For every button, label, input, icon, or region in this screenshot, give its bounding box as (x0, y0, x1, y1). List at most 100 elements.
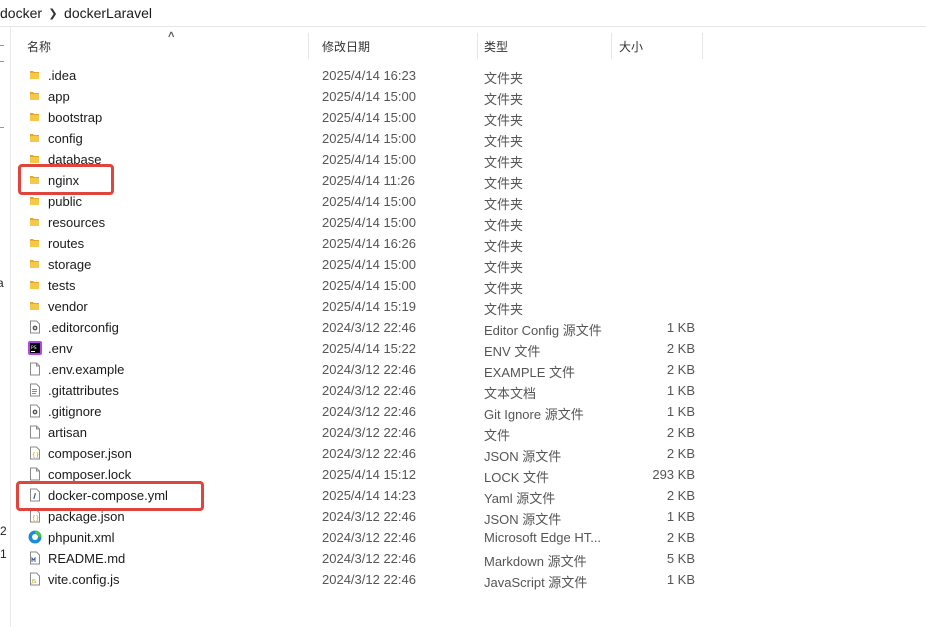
nav-tick (0, 45, 4, 46)
js-file-icon: JS (28, 572, 42, 586)
file-row[interactable]: vendor 2025/4/14 15:19 文件夹 (10, 295, 926, 317)
file-date: 2025/4/14 15:00 (322, 89, 416, 104)
column-divider[interactable] (611, 33, 612, 59)
file-date: 2025/4/14 14:23 (322, 488, 416, 503)
file-name[interactable]: bootstrap (48, 110, 102, 125)
file-name[interactable]: .env.example (48, 362, 124, 377)
file-name[interactable]: vendor (48, 299, 88, 314)
file-date: 2025/4/14 15:12 (322, 467, 416, 482)
file-date: 2024/3/12 22:46 (322, 551, 416, 566)
file-name[interactable]: routes (48, 236, 84, 251)
column-header-date[interactable]: 修改日期 (322, 38, 370, 55)
file-row[interactable]: database 2025/4/14 15:00 文件夹 (10, 148, 926, 170)
file-name[interactable]: package.json (48, 509, 125, 524)
phpstorm-icon: PS (28, 341, 42, 355)
file-name[interactable]: resources (48, 215, 105, 230)
file-name[interactable]: artisan (48, 425, 87, 440)
markdown-file-icon (28, 551, 42, 565)
file-name[interactable]: vite.config.js (48, 572, 120, 587)
folder-icon (28, 299, 42, 313)
nav-label-fragment: 2 (0, 524, 7, 538)
file-row[interactable]: PS .env 2025/4/14 15:22 ENV 文件 2 KB (10, 337, 926, 359)
file-name[interactable]: app (48, 89, 70, 104)
file-row[interactable]: .gitignore 2024/3/12 22:46 Git Ignore 源文件 1… (10, 400, 926, 422)
file-date: 2025/4/14 15:00 (322, 278, 416, 293)
folder-icon (28, 215, 42, 229)
file-name[interactable]: composer.lock (48, 467, 131, 482)
svg-text:{}: {} (32, 515, 39, 522)
json-file-icon: {} (28, 446, 42, 460)
file-name[interactable]: .gitattributes (48, 383, 119, 398)
file-size: 2 KB (666, 362, 695, 377)
file-date: 2024/3/12 22:46 (322, 404, 416, 419)
folder-icon (28, 236, 42, 250)
file-row[interactable]: storage 2025/4/14 15:00 文件夹 (10, 253, 926, 275)
json-file-icon: {} (28, 509, 42, 523)
nav-label-fragment: 1 (0, 547, 7, 561)
folder-icon (28, 278, 42, 292)
gear-file-icon (28, 404, 42, 418)
file-row[interactable]: .gitattributes 2024/3/12 22:46 文本文档 1 KB (10, 379, 926, 401)
sort-ascending-icon[interactable]: ∧ (167, 29, 176, 40)
column-headers: ∧ 名称 修改日期 类型 大小 (10, 29, 926, 60)
file-row[interactable]: public 2025/4/14 15:00 文件夹 (10, 190, 926, 212)
breadcrumb-item-docker[interactable]: docker (0, 5, 42, 21)
file-date: 2024/3/12 22:46 (322, 362, 416, 377)
file-row[interactable]: tests 2025/4/14 15:00 文件夹 (10, 274, 926, 296)
file-name[interactable]: .idea (48, 68, 76, 83)
file-name[interactable]: storage (48, 257, 91, 272)
file-row[interactable]: routes 2025/4/14 16:26 文件夹 (10, 232, 926, 254)
file-row[interactable]: app 2025/4/14 15:00 文件夹 (10, 85, 926, 107)
svg-text:PS: PS (31, 345, 37, 351)
gear-file-icon (28, 320, 42, 334)
file-date: 2025/4/14 15:00 (322, 194, 416, 209)
file-icon (28, 467, 42, 481)
column-divider[interactable] (477, 33, 478, 59)
file-row[interactable]: .env.example 2024/3/12 22:46 EXAMPLE 文件 2 K… (10, 358, 926, 380)
file-name[interactable]: README.md (48, 551, 125, 566)
file-row[interactable]: artisan 2024/3/12 22:46 文件 2 KB (10, 421, 926, 443)
file-date: 2025/4/14 15:00 (322, 131, 416, 146)
edge-icon (28, 530, 42, 544)
file-row[interactable]: {} composer.json 2024/3/12 22:46 JSON 源文件 2 … (10, 442, 926, 464)
folder-icon (28, 131, 42, 145)
column-divider[interactable] (308, 33, 309, 59)
folder-icon (28, 194, 42, 208)
file-name[interactable]: .gitignore (48, 404, 101, 419)
file-row[interactable]: README.md 2024/3/12 22:46 Markdown 源文件 5 KB (10, 547, 926, 569)
file-name[interactable]: phpunit.xml (48, 530, 114, 545)
file-row[interactable]: phpunit.xml 2024/3/12 22:46 Microsoft Edge… (10, 526, 926, 547)
file-row[interactable]: nginx 2025/4/14 11:26 文件夹 (10, 169, 926, 191)
svg-text:JS: JS (31, 579, 37, 585)
file-row[interactable]: config 2025/4/14 15:00 文件夹 (10, 127, 926, 149)
file-date: 2024/3/12 22:46 (322, 530, 416, 545)
file-size: 1 KB (666, 404, 695, 419)
file-size: 2 KB (666, 488, 695, 503)
file-name[interactable]: .env (48, 341, 73, 356)
column-header-size[interactable]: 大小 (619, 38, 643, 55)
file-date: 2025/4/14 16:26 (322, 236, 416, 251)
file-row[interactable]: bootstrap 2025/4/14 15:00 文件夹 (10, 106, 926, 128)
file-row[interactable]: JS vite.config.js 2024/3/12 22:46 JavaScrip… (10, 568, 926, 590)
column-header-type[interactable]: 类型 (484, 38, 508, 55)
file-row[interactable]: resources 2025/4/14 15:00 文件夹 (10, 211, 926, 233)
breadcrumb: docker ❯ dockerLaravel (0, 0, 926, 26)
file-date: 2025/4/14 15:19 (322, 299, 416, 314)
file-name[interactable]: config (48, 131, 83, 146)
file-row[interactable]: .editorconfig 2024/3/12 22:46 Editor Confi… (10, 316, 926, 338)
breadcrumb-item-dockerlaravel[interactable]: dockerLaravel (64, 5, 152, 21)
file-date: 2025/4/14 15:00 (322, 257, 416, 272)
highlight-box-docker-compose (16, 481, 204, 511)
file-row[interactable]: .idea 2025/4/14 16:23 文件夹 (10, 64, 926, 86)
file-name[interactable]: public (48, 194, 82, 209)
file-size: 2 KB (666, 446, 695, 461)
file-name[interactable]: composer.json (48, 446, 132, 461)
chevron-right-icon: ❯ (48, 7, 58, 20)
file-name[interactable]: .editorconfig (48, 320, 119, 335)
file-size: 293 KB (652, 467, 695, 482)
file-name[interactable]: tests (48, 278, 75, 293)
file-date: 2025/4/14 11:26 (322, 173, 416, 188)
column-divider[interactable] (702, 33, 703, 59)
file-date: 2024/3/12 22:46 (322, 446, 416, 461)
column-header-name[interactable]: 名称 (27, 38, 51, 55)
